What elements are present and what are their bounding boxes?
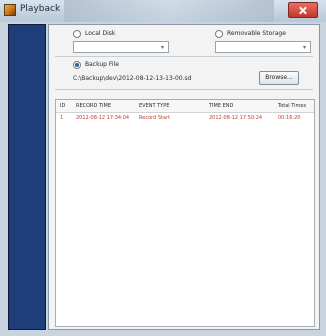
local-disk-radio[interactable] (73, 30, 81, 38)
row-event-type: Record Start (139, 115, 171, 121)
record-table[interactable]: ID RECORD TIME EVENT TYPE TIME END Total… (55, 99, 315, 327)
row-time-end: 2012-08-12 17:50:24 (209, 115, 263, 121)
row-record-time: 2012-08-12 17:34:04 (76, 115, 130, 121)
row-total-times: 00:16:20 (278, 115, 301, 121)
column-header-total-times[interactable]: Total Times (278, 103, 306, 109)
chevron-down-icon: ▾ (302, 44, 306, 51)
removable-storage-label: Removable Storage (227, 30, 286, 37)
removable-storage-radio[interactable] (215, 30, 223, 38)
column-header-record-time[interactable]: RECORD TIME (76, 103, 111, 109)
window-title: Playback (20, 4, 61, 14)
playback-content: Local Disk ▾ Removable Storage ▾ Backup … (48, 24, 320, 330)
column-header-time-end[interactable]: TIME END (209, 103, 233, 109)
table-row[interactable]: 1 2012-08-12 17:34:04 Record Start 2012-… (56, 113, 314, 123)
left-sidebar (8, 24, 46, 330)
chevron-down-icon: ▾ (160, 44, 164, 51)
app-icon (4, 4, 16, 16)
local-disk-label: Local Disk (85, 30, 116, 37)
removable-storage-combo[interactable]: ▾ (215, 41, 311, 53)
backup-file-label: Backup File (85, 61, 119, 68)
close-button[interactable] (288, 2, 318, 18)
backup-path-field[interactable]: C:\Backup\dev\2012-08-12-13-13-00.sd (73, 75, 233, 85)
playback-window: Playback Local Disk ▾ Removable Storage … (0, 0, 326, 336)
title-bar[interactable]: Playback (0, 0, 326, 22)
section-divider (55, 56, 313, 57)
backup-file-radio[interactable] (73, 61, 81, 69)
row-id: 1 (60, 115, 64, 121)
table-header: ID RECORD TIME EVENT TYPE TIME END Total… (56, 100, 314, 113)
column-header-event-type[interactable]: EVENT TYPE (139, 103, 169, 109)
title-bar-blur (64, 0, 274, 22)
browse-button[interactable]: Browse... (259, 71, 299, 85)
column-header-id[interactable]: ID (60, 103, 65, 109)
local-disk-combo[interactable]: ▾ (73, 41, 169, 53)
section-divider (55, 89, 313, 90)
